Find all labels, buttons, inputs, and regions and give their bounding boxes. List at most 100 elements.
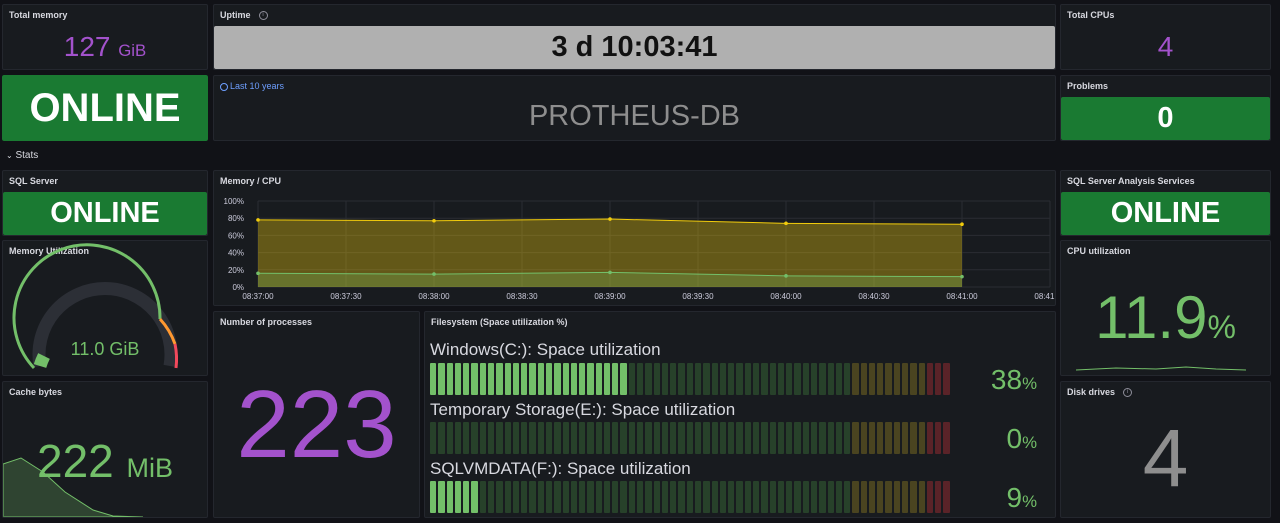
y-tick-label: 20% <box>228 266 244 275</box>
bargauge-cell <box>537 422 544 454</box>
bargauge-cell <box>695 422 702 454</box>
bargauge-cell <box>786 481 793 513</box>
bargauge-cell <box>868 481 876 513</box>
panel-title: Uptime i <box>220 10 268 21</box>
bargauge-cell <box>521 481 528 513</box>
bargauge-cell <box>819 481 826 513</box>
bargauge-cell <box>570 363 578 395</box>
bargauge-cell <box>545 422 553 454</box>
fs-bargauge-c <box>430 363 950 395</box>
bargauge-cell <box>835 363 843 395</box>
bargauge-cell <box>835 422 843 454</box>
bargauge-cell <box>612 481 619 513</box>
row-header-stats[interactable]: ⌄ Stats <box>6 150 38 161</box>
uptime-panel: Uptime i 3 d 10:03:41 <box>213 4 1056 70</box>
bargauge-cell <box>595 363 602 395</box>
bargauge-cell <box>860 363 867 395</box>
bargauge-cell <box>918 422 925 454</box>
bargauge-cell <box>496 422 503 454</box>
hostname-value: PROTHEUS-DB <box>528 100 741 132</box>
bargauge-cell <box>719 363 727 395</box>
bargauge-cell <box>769 363 776 395</box>
x-tick-label: 08:37:30 <box>330 292 362 301</box>
bargauge-cell <box>802 363 809 395</box>
bargauge-cell <box>562 422 569 454</box>
y-tick-label: 40% <box>228 249 244 258</box>
bargauge-cell <box>719 422 727 454</box>
bargauge-cell <box>438 422 445 454</box>
panel-title: Disk drives i <box>1067 387 1133 398</box>
time-range-label[interactable]: Last 10 years <box>220 81 284 91</box>
bargauge-cell <box>637 422 644 454</box>
bargauge-cell <box>487 422 495 454</box>
problems-value: 0 <box>1061 97 1270 140</box>
chevron-down-icon: ⌄ <box>6 151 13 160</box>
bargauge-cell <box>711 422 718 454</box>
bargauge-cell <box>877 363 884 395</box>
bargauge-cell <box>877 422 884 454</box>
processes-panel: Number of processes 223 <box>213 311 420 518</box>
bargauge-cell <box>910 422 917 454</box>
bargauge-cell <box>736 481 743 513</box>
bargauge-cell <box>810 422 818 454</box>
ssas-status: ONLINE <box>1061 192 1270 235</box>
data-point <box>432 218 436 223</box>
fs-label-e: Temporary Storage(E:): Space utilization <box>430 400 736 419</box>
total-cpus-panel: Total CPUs 4 <box>1060 4 1271 70</box>
bargauge-cell <box>703 422 710 454</box>
bargauge-cell <box>885 363 892 395</box>
bargauge-cell <box>454 363 462 395</box>
bargauge-cell <box>810 363 818 395</box>
bargauge-cell <box>595 481 602 513</box>
bargauge-cell <box>587 481 594 513</box>
data-point <box>784 274 788 278</box>
bargauge-cell <box>430 363 437 395</box>
bargauge-cell <box>628 481 636 513</box>
fs-value-e: 0% <box>1006 423 1038 454</box>
bargauge-cell <box>885 481 892 513</box>
y-tick-label: 60% <box>228 231 244 240</box>
bargauge-cell <box>926 363 934 395</box>
bargauge-cell <box>802 422 809 454</box>
memory-cpu-chart: 0% 20% 40% 60% 80% 100% 08:37:00 08:37:30 08:38:… <box>224 197 1055 301</box>
bargauge-cell <box>761 422 768 454</box>
bargauge-cell <box>529 422 536 454</box>
x-tick-label: 08:40:00 <box>770 292 802 301</box>
fs-value-c: 38% <box>990 364 1037 395</box>
bargauge-cell <box>844 422 851 454</box>
bargauge-cell <box>587 363 594 395</box>
bargauge-cell <box>893 481 901 513</box>
bargauge-cell <box>504 363 511 395</box>
fs-label-f: SQLVMDATA(F:): Space utilization <box>430 459 691 478</box>
info-icon[interactable]: i <box>258 11 268 21</box>
bargauge-cell <box>454 422 462 454</box>
bargauge-cell <box>868 422 876 454</box>
bargauge-cell <box>844 481 851 513</box>
memory-cpu-panel: Memory / CPU 0% 20% 40% 60% 80% 100% 08:37:00 0… <box>213 170 1056 306</box>
data-point <box>256 218 260 222</box>
bargauge-cell <box>529 481 536 513</box>
bargauge-cell <box>579 363 586 395</box>
hostname-panel: Last 10 years PROTHEUS-DB <box>213 75 1056 141</box>
bargauge-cell <box>918 481 925 513</box>
bargauge-cell <box>479 363 486 395</box>
bargauge-cell <box>777 363 785 395</box>
bargauge-cell <box>844 363 851 395</box>
bargauge-cell <box>603 481 611 513</box>
panel-title: SQL Server <box>9 176 58 186</box>
bargauge-cell <box>512 481 520 513</box>
disk-drives-panel: Disk drives i 4 <box>1060 381 1271 518</box>
bargauge-cell <box>827 422 834 454</box>
bargauge-cell <box>711 481 718 513</box>
info-icon[interactable]: i <box>1123 388 1133 398</box>
bargauge-cell <box>686 481 693 513</box>
bargauge-cell <box>653 481 660 513</box>
bargauge-cell <box>736 363 743 395</box>
bargauge-cell <box>537 363 544 395</box>
bargauge-cell <box>562 481 569 513</box>
bargauge-cell <box>570 481 578 513</box>
bargauge-cell <box>695 481 702 513</box>
bargauge-cell <box>545 363 553 395</box>
bargauge-cell <box>512 422 520 454</box>
bargauge-cell <box>603 422 611 454</box>
